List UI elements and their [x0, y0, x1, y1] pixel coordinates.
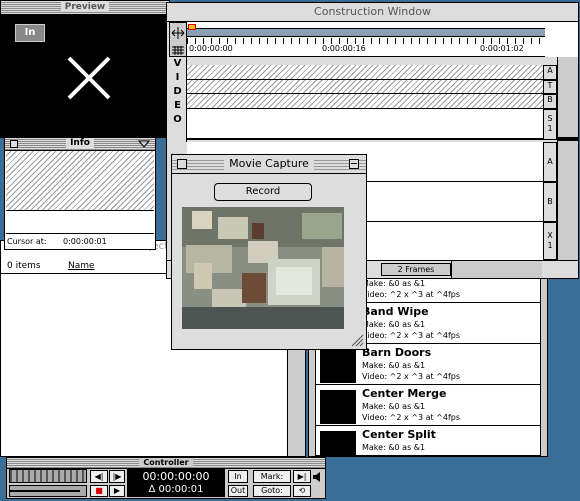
track-s1-row[interactable]: [187, 109, 543, 140]
transition-make: Make: &0 as &1: [362, 320, 426, 329]
track-label-b2: B: [543, 182, 557, 222]
transition-make: Make: &0 as &1: [362, 361, 426, 370]
preview-window[interactable]: Preview In: [0, 0, 170, 138]
video-track-label: V I D E O: [169, 57, 187, 142]
transition-item[interactable]: Center Merge Make: &0 as &1 Video: ^2 x …: [316, 386, 540, 426]
transition-name: Center Split: [362, 428, 436, 441]
resize-grip-icon[interactable]: [350, 333, 364, 347]
transition-name: Center Merge: [362, 387, 447, 400]
collapse-triangle-icon[interactable]: [138, 140, 150, 148]
tool-palette[interactable]: [169, 22, 187, 57]
scroll-thumb[interactable]: [558, 137, 578, 141]
controller-window[interactable]: Controller ◀| |▶ ■ ▶ 00:00:00:00 Δ 00:00…: [6, 457, 326, 499]
current-timecode: 00:00:00:00: [142, 470, 210, 483]
project-name-column[interactable]: Name: [68, 261, 95, 271]
play-button[interactable]: ▶: [109, 485, 125, 497]
vertical-scrollbar[interactable]: [557, 57, 578, 260]
transition-video: Video: ^2 x ^3 at ^4fps: [362, 372, 461, 381]
capture-zoom-box[interactable]: [349, 159, 359, 169]
construction-title: Construction Window: [314, 5, 431, 18]
controller-title: Controller: [139, 458, 193, 467]
transition-thumbnail: [320, 349, 356, 383]
set-in-button[interactable]: In: [228, 470, 248, 483]
track-label-a: A: [543, 65, 557, 80]
info-blank-area: [6, 212, 154, 234]
step-back-button[interactable]: ◀|: [90, 470, 108, 483]
timecode-start: 0:00:00:00: [189, 44, 233, 53]
preview-titlebar[interactable]: Preview: [1, 1, 169, 15]
stop-button[interactable]: ■: [90, 485, 108, 497]
track-label-x1: X 1: [543, 222, 557, 260]
controller-titlebar[interactable]: Controller: [7, 458, 325, 469]
transition-make: Make: &0 as &1: [362, 443, 426, 452]
grid-tool-icon[interactable]: [172, 46, 184, 55]
transition-make: Make: &0 as &1: [362, 279, 426, 288]
info-close-box[interactable]: [10, 140, 18, 148]
cursor-value: 0:00:00:01: [63, 237, 107, 246]
mark-button[interactable]: Mark:: [253, 470, 291, 483]
movie-capture-titlebar[interactable]: Movie Capture: [172, 155, 366, 174]
track-a-row[interactable]: [187, 65, 543, 80]
transition-name: Band Wipe: [362, 305, 429, 318]
construction-titlebar[interactable]: Construction Window: [167, 3, 578, 22]
transition-item[interactable]: Center Split Make: &0 as &1: [316, 427, 540, 455]
track-label-b: B: [543, 94, 557, 109]
transition-video: Video: ^2 x ^3 at ^4fps: [362, 413, 461, 422]
info-title: Info: [66, 138, 94, 148]
track-b-row[interactable]: [187, 94, 543, 109]
capture-close-box[interactable]: [177, 159, 187, 169]
record-button[interactable]: Record: [214, 183, 312, 201]
duration-delta: Δ 00:00:01: [148, 484, 204, 495]
step-forward-button[interactable]: |▶: [109, 470, 125, 483]
volume-speaker-icon[interactable]: [312, 471, 324, 483]
preview-in-button[interactable]: In: [15, 24, 45, 42]
track-label-t: T: [543, 80, 557, 94]
selection-tool-icon[interactable]: [171, 26, 185, 40]
time-unit-selector[interactable]: 2 Frames: [381, 263, 451, 276]
ruler-right-corner: [545, 22, 578, 57]
controller-timecode-display: 00:00:00:00 Δ 00:00:01: [127, 469, 225, 497]
movie-capture-title: Movie Capture: [224, 157, 314, 170]
horizontal-scrollbar[interactable]: [451, 261, 542, 278]
project-items-count: 0 items: [7, 261, 41, 271]
transition-thumbnail: [320, 431, 356, 455]
transition-video: Video: ^2 x ^3 at ^4fps: [362, 331, 461, 340]
loop-button[interactable]: ⟲: [293, 485, 311, 497]
goto-button[interactable]: Goto:: [253, 485, 291, 497]
work-area-bar[interactable]: [187, 28, 545, 37]
jog-wheel[interactable]: [9, 469, 87, 483]
preview-title: Preview: [60, 2, 110, 12]
track-label-s1: S 1: [543, 109, 557, 140]
transition-name: Barn Doors: [362, 346, 432, 359]
timeline-ruler[interactable]: 0:00:00:00 0:00:00:16 0:00:01:02: [187, 22, 545, 57]
info-titlebar[interactable]: Info: [5, 138, 155, 151]
empty-preview-x-icon: [67, 56, 111, 100]
go-to-end-button[interactable]: ▶|: [293, 470, 311, 483]
cursor-label: Cursor at:: [7, 237, 47, 246]
set-out-button[interactable]: Out: [228, 485, 248, 497]
transition-thumbnail: [320, 390, 356, 424]
transition-video: Video: ^2 x ^3 at ^4fps: [362, 290, 461, 299]
track-label-a2: A: [543, 142, 557, 182]
info-window[interactable]: Info Cursor at: 0:00:00:01: [4, 137, 156, 250]
transition-make: Make: &0 as &1: [362, 402, 426, 411]
playhead-marker-icon[interactable]: [188, 24, 196, 30]
info-content-area: [6, 151, 154, 211]
timecode-mid: 0:00:00:16: [322, 44, 366, 53]
track-t-row[interactable]: [187, 80, 543, 94]
video-capture-preview: [182, 207, 344, 329]
shuttle-slider[interactable]: [9, 485, 87, 497]
movie-capture-window[interactable]: Movie Capture Record: [171, 154, 367, 350]
transition-item[interactable]: Barn Doors Make: &0 as &1 Video: ^2 x ^3…: [316, 345, 540, 385]
timecode-end: 0:00:01:02: [480, 44, 524, 53]
